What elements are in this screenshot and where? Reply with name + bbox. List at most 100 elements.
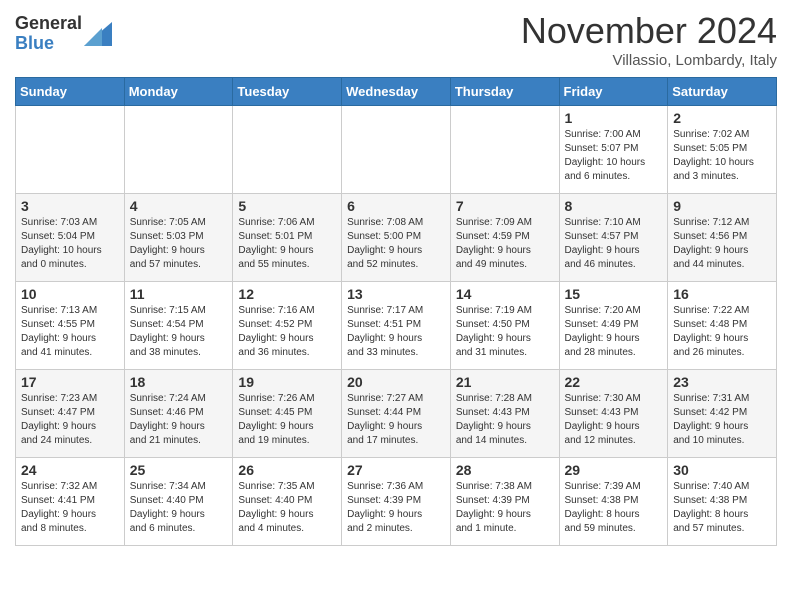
day-info: Sunrise: 7:08 AM Sunset: 5:00 PM Dayligh… <box>347 216 445 272</box>
day-cell: 22Sunrise: 7:30 AM Sunset: 4:43 PM Dayli… <box>559 370 668 458</box>
day-info: Sunrise: 7:36 AM Sunset: 4:39 PM Dayligh… <box>347 480 445 536</box>
header-row: SundayMondayTuesdayWednesdayThursdayFrid… <box>16 78 777 106</box>
day-cell: 26Sunrise: 7:35 AM Sunset: 4:40 PM Dayli… <box>233 458 342 546</box>
day-info: Sunrise: 7:40 AM Sunset: 4:38 PM Dayligh… <box>673 480 771 536</box>
day-cell: 5 Sunrise: 7:06 AM Sunset: 5:01 PM Daylig… <box>233 194 342 282</box>
calendar-body: 1 Sunrise: 7:00 AM Sunset: 5:07 PM Daylig… <box>16 106 777 546</box>
logo-general: General <box>15 14 82 34</box>
week-row-3: 10 Sunrise: 7:13 AM Sunset: 4:55 PM Dayli… <box>16 282 777 370</box>
day-info: Sunrise: 7:00 AM Sunset: 5:07 PM Dayligh… <box>565 128 663 184</box>
day-number: 1 <box>565 110 663 126</box>
day-number: 2 <box>673 110 771 126</box>
day-number: 5 <box>238 198 336 214</box>
day-number: 9 <box>673 198 771 214</box>
day-number: 14 <box>456 286 554 302</box>
day-info: Sunrise: 7:06 AM Sunset: 5:01 PM Dayligh… <box>238 216 336 272</box>
day-number: 25 <box>130 462 228 478</box>
day-info: Sunrise: 7:03 AM Sunset: 5:04 PM Dayligh… <box>21 216 119 272</box>
day-number: 12 <box>238 286 336 302</box>
day-info: Sunrise: 7:12 AM Sunset: 4:56 PM Dayligh… <box>673 216 771 272</box>
day-cell: 29 Sunrise: 7:39 AM Sunset: 4:38 PM Dayli… <box>559 458 668 546</box>
day-number: 23 <box>673 374 771 390</box>
day-number: 29 <box>565 462 663 478</box>
day-number: 4 <box>130 198 228 214</box>
day-number: 7 <box>456 198 554 214</box>
day-cell: 23 Sunrise: 7:31 AM Sunset: 4:42 PM Dayli… <box>668 370 777 458</box>
day-number: 28 <box>456 462 554 478</box>
day-number: 22 <box>565 374 663 390</box>
title-block: November 2024 Villassio, Lombardy, Italy <box>521 10 777 69</box>
location: Villassio, Lombardy, Italy <box>521 52 777 69</box>
day-cell: 1 Sunrise: 7:00 AM Sunset: 5:07 PM Daylig… <box>559 106 668 194</box>
day-cell: 28 Sunrise: 7:38 AM Sunset: 4:39 PM Dayli… <box>450 458 559 546</box>
day-info: Sunrise: 7:35 AM Sunset: 4:40 PM Dayligh… <box>238 480 336 536</box>
day-cell: 8Sunrise: 7:10 AM Sunset: 4:57 PM Daylig… <box>559 194 668 282</box>
day-cell: 18 Sunrise: 7:24 AM Sunset: 4:46 PM Dayli… <box>124 370 233 458</box>
header-cell-thursday: Thursday <box>450 78 559 106</box>
day-cell: 21Sunrise: 7:28 AM Sunset: 4:43 PM Dayli… <box>450 370 559 458</box>
month-title: November 2024 <box>521 10 777 52</box>
day-number: 11 <box>130 286 228 302</box>
calendar-table: SundayMondayTuesdayWednesdayThursdayFrid… <box>15 77 777 546</box>
day-cell: 25Sunrise: 7:34 AM Sunset: 4:40 PM Dayli… <box>124 458 233 546</box>
day-number: 19 <box>238 374 336 390</box>
day-number: 21 <box>456 374 554 390</box>
day-info: Sunrise: 7:24 AM Sunset: 4:46 PM Dayligh… <box>130 392 228 448</box>
day-cell: 20 Sunrise: 7:27 AM Sunset: 4:44 PM Dayli… <box>342 370 451 458</box>
day-number: 10 <box>21 286 119 302</box>
day-info: Sunrise: 7:31 AM Sunset: 4:42 PM Dayligh… <box>673 392 771 448</box>
day-info: Sunrise: 7:39 AM Sunset: 4:38 PM Dayligh… <box>565 480 663 536</box>
day-info: Sunrise: 7:15 AM Sunset: 4:54 PM Dayligh… <box>130 304 228 360</box>
week-row-5: 24Sunrise: 7:32 AM Sunset: 4:41 PM Dayli… <box>16 458 777 546</box>
day-number: 18 <box>130 374 228 390</box>
day-info: Sunrise: 7:05 AM Sunset: 5:03 PM Dayligh… <box>130 216 228 272</box>
day-cell: 9 Sunrise: 7:12 AM Sunset: 4:56 PM Daylig… <box>668 194 777 282</box>
day-info: Sunrise: 7:23 AM Sunset: 4:47 PM Dayligh… <box>21 392 119 448</box>
day-cell: 13Sunrise: 7:17 AM Sunset: 4:51 PM Dayli… <box>342 282 451 370</box>
day-number: 6 <box>347 198 445 214</box>
week-row-1: 1 Sunrise: 7:00 AM Sunset: 5:07 PM Daylig… <box>16 106 777 194</box>
day-info: Sunrise: 7:27 AM Sunset: 4:44 PM Dayligh… <box>347 392 445 448</box>
day-cell: 19 Sunrise: 7:26 AM Sunset: 4:45 PM Dayli… <box>233 370 342 458</box>
day-cell: 6 Sunrise: 7:08 AM Sunset: 5:00 PM Daylig… <box>342 194 451 282</box>
day-cell: 12 Sunrise: 7:16 AM Sunset: 4:52 PM Dayli… <box>233 282 342 370</box>
calendar-header: SundayMondayTuesdayWednesdayThursdayFrid… <box>16 78 777 106</box>
header-cell-saturday: Saturday <box>668 78 777 106</box>
day-number: 30 <box>673 462 771 478</box>
day-cell <box>16 106 125 194</box>
day-cell <box>450 106 559 194</box>
page-container: General Blue November 2024 Villassio, Lo… <box>0 0 792 556</box>
day-number: 20 <box>347 374 445 390</box>
day-info: Sunrise: 7:17 AM Sunset: 4:51 PM Dayligh… <box>347 304 445 360</box>
day-cell: 4 Sunrise: 7:05 AM Sunset: 5:03 PM Daylig… <box>124 194 233 282</box>
day-number: 16 <box>673 286 771 302</box>
logo-icon <box>84 18 112 46</box>
logo: General Blue <box>15 14 112 54</box>
day-cell: 11 Sunrise: 7:15 AM Sunset: 4:54 PM Dayli… <box>124 282 233 370</box>
day-cell <box>342 106 451 194</box>
day-cell: 15 Sunrise: 7:20 AM Sunset: 4:49 PM Dayli… <box>559 282 668 370</box>
day-number: 3 <box>21 198 119 214</box>
day-cell <box>124 106 233 194</box>
header-cell-monday: Monday <box>124 78 233 106</box>
day-info: Sunrise: 7:38 AM Sunset: 4:39 PM Dayligh… <box>456 480 554 536</box>
day-cell: 14Sunrise: 7:19 AM Sunset: 4:50 PM Dayli… <box>450 282 559 370</box>
day-info: Sunrise: 7:16 AM Sunset: 4:52 PM Dayligh… <box>238 304 336 360</box>
header: General Blue November 2024 Villassio, Lo… <box>15 10 777 69</box>
day-number: 15 <box>565 286 663 302</box>
day-info: Sunrise: 7:09 AM Sunset: 4:59 PM Dayligh… <box>456 216 554 272</box>
day-info: Sunrise: 7:13 AM Sunset: 4:55 PM Dayligh… <box>21 304 119 360</box>
header-cell-friday: Friday <box>559 78 668 106</box>
day-info: Sunrise: 7:02 AM Sunset: 5:05 PM Dayligh… <box>673 128 771 184</box>
logo-blue: Blue <box>15 34 82 54</box>
day-cell: 16Sunrise: 7:22 AM Sunset: 4:48 PM Dayli… <box>668 282 777 370</box>
day-cell: 3 Sunrise: 7:03 AM Sunset: 5:04 PM Daylig… <box>16 194 125 282</box>
day-cell: 10 Sunrise: 7:13 AM Sunset: 4:55 PM Dayli… <box>16 282 125 370</box>
day-info: Sunrise: 7:20 AM Sunset: 4:49 PM Dayligh… <box>565 304 663 360</box>
week-row-2: 3 Sunrise: 7:03 AM Sunset: 5:04 PM Daylig… <box>16 194 777 282</box>
header-cell-tuesday: Tuesday <box>233 78 342 106</box>
day-cell: 7 Sunrise: 7:09 AM Sunset: 4:59 PM Daylig… <box>450 194 559 282</box>
day-info: Sunrise: 7:26 AM Sunset: 4:45 PM Dayligh… <box>238 392 336 448</box>
day-cell: 2 Sunrise: 7:02 AM Sunset: 5:05 PM Daylig… <box>668 106 777 194</box>
day-cell: 17Sunrise: 7:23 AM Sunset: 4:47 PM Dayli… <box>16 370 125 458</box>
